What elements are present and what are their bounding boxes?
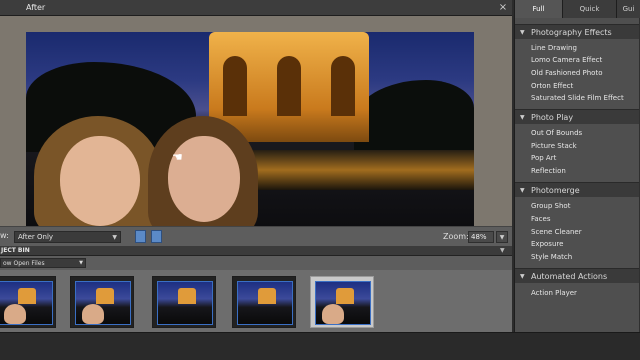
effect-scene-cleaner[interactable]: Scene Cleaner xyxy=(531,227,582,237)
bin-thumbnail[interactable] xyxy=(232,276,296,328)
photo-trees-right xyxy=(354,80,474,150)
effect-picture-stack[interactable]: Picture Stack xyxy=(531,141,577,151)
view-mode-value: After Only xyxy=(18,233,54,241)
effect-old-fashioned-photo[interactable]: Old Fashioned Photo xyxy=(531,68,603,78)
triangle-down-icon: ▼ xyxy=(520,114,525,121)
photo-arch xyxy=(277,56,301,116)
photo-arch xyxy=(331,56,355,116)
effect-line-drawing[interactable]: Line Drawing xyxy=(531,43,577,53)
photo-water-reflection xyxy=(226,150,474,190)
tab-guided[interactable]: Gui xyxy=(617,0,640,18)
bin-source-select[interactable]: ow Open Files ▼ xyxy=(0,258,86,268)
bin-thumbnail[interactable] xyxy=(152,276,216,328)
document-title: After xyxy=(0,0,512,16)
section-photomerge[interactable]: ▼ Photomerge xyxy=(515,182,640,197)
close-document-button[interactable]: × xyxy=(497,2,509,14)
effect-reflection[interactable]: Reflection xyxy=(531,166,566,176)
section-title: Photography Effects xyxy=(531,28,612,37)
sync-views-icon[interactable] xyxy=(151,230,162,243)
effect-style-match[interactable]: Style Match xyxy=(531,252,572,262)
effect-group-shot[interactable]: Group Shot xyxy=(531,201,570,211)
tab-quick[interactable]: Quick xyxy=(563,0,617,18)
triangle-down-icon: ▼ xyxy=(520,29,525,36)
effect-action-player[interactable]: Action Player xyxy=(531,288,577,298)
bin-thumbnail[interactable] xyxy=(0,276,56,328)
view-toolbar: w: After Only ▼ Zoom: 48% ▼ xyxy=(0,226,512,246)
view-label: w: xyxy=(0,231,9,240)
hand-cursor-icon: ☚ xyxy=(172,150,183,164)
tab-full[interactable]: Full xyxy=(515,0,563,18)
triangle-down-icon: ▼ xyxy=(520,273,525,280)
effect-saturated-slide-film[interactable]: Saturated Slide Film Effect xyxy=(531,93,624,103)
bin-source-value: ow Open Files xyxy=(3,260,45,267)
effects-panel: Full Quick Gui ▼ Photography Effects Lin… xyxy=(514,0,640,332)
effect-orton[interactable]: Orton Effect xyxy=(531,81,573,91)
project-bin-thumbnails xyxy=(0,270,512,332)
effect-lomo-camera[interactable]: Lomo Camera Effect xyxy=(531,55,602,65)
section-title: Photomerge xyxy=(531,186,580,195)
photo-preview[interactable]: ☚ xyxy=(26,32,474,226)
effect-out-of-bounds[interactable]: Out Of Bounds xyxy=(531,128,582,138)
section-title: Automated Actions xyxy=(531,272,608,281)
section-title: Photo Play xyxy=(531,113,574,122)
zoom-dropdown-button[interactable]: ▼ xyxy=(496,231,508,243)
project-bin-header: JECT BIN ▼ xyxy=(0,246,512,256)
triangle-down-icon: ▼ xyxy=(520,187,525,194)
effect-faces[interactable]: Faces xyxy=(531,214,550,224)
zoom-label: Zoom: xyxy=(443,232,469,241)
effect-pop-art[interactable]: Pop Art xyxy=(531,153,556,163)
mode-tabs: Full Quick Gui xyxy=(515,0,640,18)
section-automated-actions[interactable]: ▼ Automated Actions xyxy=(515,268,640,283)
photo-person-right-face xyxy=(168,136,240,222)
photo-person-left-face xyxy=(60,136,140,226)
section-photo-play[interactable]: ▼ Photo Play xyxy=(515,109,640,124)
bin-thumbnail[interactable] xyxy=(70,276,134,328)
swap-before-after-icon[interactable] xyxy=(135,230,146,243)
bottom-status-strip xyxy=(0,332,640,360)
photoshop-elements-window: After × ☚ w: After Only ▼ Zoom: 48% ▼ JE… xyxy=(0,0,640,360)
canvas-area: ☚ xyxy=(0,16,512,226)
chevron-down-icon: ▼ xyxy=(79,260,83,266)
section-photography-effects[interactable]: ▼ Photography Effects xyxy=(515,24,640,39)
collapse-bin-icon[interactable]: ▼ xyxy=(500,246,508,256)
photo-arch xyxy=(223,56,247,116)
bin-thumbnail-selected[interactable] xyxy=(310,276,374,328)
project-bin-tab[interactable]: JECT BIN xyxy=(0,246,30,256)
project-bin-toolbar: ow Open Files ▼ xyxy=(0,256,512,270)
chevron-down-icon: ▼ xyxy=(112,234,117,241)
view-mode-select[interactable]: After Only ▼ xyxy=(14,231,121,243)
zoom-input[interactable]: 48% xyxy=(468,231,494,243)
effect-exposure[interactable]: Exposure xyxy=(531,239,563,249)
editing-workspace: After × ☚ w: After Only ▼ Zoom: 48% ▼ JE… xyxy=(0,0,512,340)
